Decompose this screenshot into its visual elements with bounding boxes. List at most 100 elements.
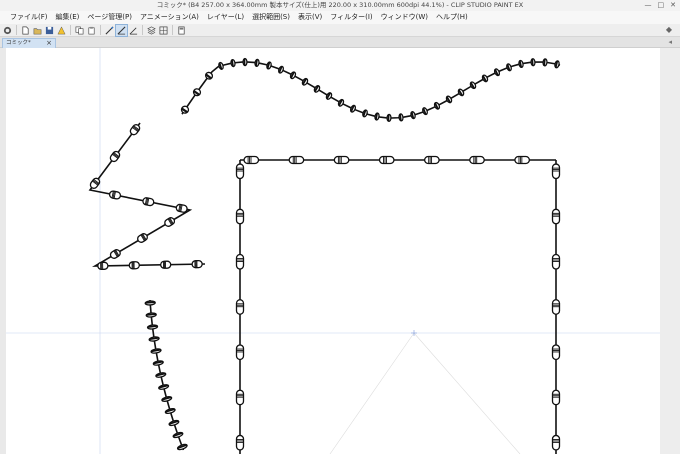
diagonal-guide-right xyxy=(413,332,521,454)
curve-chain-link xyxy=(144,300,156,306)
chain-strokes xyxy=(88,57,561,454)
wave-chain-link xyxy=(266,61,272,70)
wave-chain-link xyxy=(542,58,548,67)
wave-chain-link xyxy=(349,104,357,113)
menu-animation[interactable]: アニメーション(A) xyxy=(136,11,203,24)
frame-chain-left-link xyxy=(235,163,245,180)
frame-chain-left-link xyxy=(235,299,245,315)
frame-chain-right-link xyxy=(551,163,561,180)
close-button[interactable]: ✕ xyxy=(670,0,676,11)
curve-chain-link xyxy=(155,372,167,378)
toolbar-end-icon[interactable]: ◆ xyxy=(666,25,672,34)
menu-bar: ファイル(F) 編集(E) ページ管理(P) アニメーション(A) レイヤー(L… xyxy=(0,11,680,24)
menu-page-management[interactable]: ページ管理(P) xyxy=(83,11,136,24)
menu-help[interactable]: ヘルプ(H) xyxy=(432,11,472,24)
menu-edit[interactable]: 編集(E) xyxy=(52,11,84,24)
curve-chain-link xyxy=(145,312,157,318)
app-icon[interactable] xyxy=(2,25,13,36)
wave-chain-link xyxy=(386,113,392,123)
maximize-button[interactable]: □ xyxy=(658,0,665,11)
command-bar: ◆ xyxy=(0,23,680,37)
zigzag-chain-link xyxy=(142,197,155,207)
zigzag-chain-link xyxy=(160,260,172,269)
zigzag-chain-link xyxy=(164,217,176,227)
window-controls: — □ ✕ xyxy=(645,0,677,11)
tab-close-icon[interactable]: × xyxy=(46,39,52,48)
frame-chain-top-link xyxy=(469,155,485,165)
toolbar-divider xyxy=(142,25,143,35)
open-icon[interactable] xyxy=(32,25,43,36)
new-icon[interactable] xyxy=(20,25,31,36)
menu-view[interactable]: 表示(V) xyxy=(294,11,326,24)
wave-chain-link xyxy=(278,65,284,74)
paste-icon[interactable] xyxy=(86,25,97,36)
zigzag-chain-link xyxy=(191,259,203,269)
wave-chain-link xyxy=(469,81,477,90)
zigzag-chain-link xyxy=(97,261,109,271)
wave-chain-link xyxy=(506,63,512,72)
frame-chain-left-link xyxy=(235,344,245,361)
wave-chain-link xyxy=(445,95,453,104)
document-tab-bar: コミック* × ◂ xyxy=(0,37,680,48)
page-icon[interactable] xyxy=(176,25,187,36)
frame-chain-top-link xyxy=(514,155,531,165)
frame-icon[interactable] xyxy=(158,25,169,36)
wave-chain-link xyxy=(457,88,465,97)
ruler-icon[interactable] xyxy=(104,25,115,36)
wave-chain-link xyxy=(301,77,309,86)
zigzag-chain-link xyxy=(137,233,148,243)
wave-chain-link xyxy=(325,92,333,100)
warning-icon[interactable] xyxy=(56,25,67,36)
wave-chain-link xyxy=(313,85,321,93)
layer-icon[interactable] xyxy=(146,25,157,36)
menu-layer[interactable]: レイヤー(L) xyxy=(203,11,248,24)
menu-selection[interactable]: 選択範囲(S) xyxy=(248,11,294,24)
frame-chain-left-link xyxy=(235,434,245,451)
save-icon[interactable] xyxy=(44,25,55,36)
frame-chain-left-link xyxy=(235,253,245,270)
zigzag-chain-link xyxy=(128,261,140,270)
wave-chain-link xyxy=(254,58,260,67)
snap-ruler-icon[interactable] xyxy=(115,23,128,37)
zigzag-chain-link xyxy=(109,249,121,259)
menu-filter[interactable]: フィルター(I) xyxy=(326,11,376,24)
wave-chain-link xyxy=(374,112,380,121)
zigzag-chain-link xyxy=(108,190,122,200)
toolbar-divider xyxy=(70,25,71,35)
zigzag-chain-link xyxy=(175,203,188,213)
frame-chain-right-link xyxy=(551,253,561,270)
wave-chain-link xyxy=(192,88,202,97)
toolbar-divider xyxy=(16,25,17,35)
frame-chain-right-link xyxy=(551,299,561,315)
frame-chain-top-link xyxy=(288,155,305,165)
copy-icon[interactable] xyxy=(74,25,85,36)
menu-file[interactable]: ファイル(F) xyxy=(6,11,52,24)
frame-chain-right-link xyxy=(551,389,561,406)
minimize-button[interactable]: — xyxy=(645,0,652,11)
wave-chain-link xyxy=(230,58,236,68)
tab-comic-document[interactable]: コミック* × xyxy=(2,38,56,48)
wave-chain-link xyxy=(180,105,190,114)
curve-chain-link xyxy=(158,384,170,390)
curve-chain-link xyxy=(161,396,173,402)
wave-chain-link xyxy=(518,59,524,69)
window-title: コミック* (B4 257.00 x 364.00mm 製本サイズ(仕上)用 2… xyxy=(156,1,524,9)
frame-chain-right-link xyxy=(551,434,561,451)
curve-chain-link xyxy=(146,324,159,330)
wave-chain-link xyxy=(362,109,368,118)
canvas-area[interactable] xyxy=(0,48,680,454)
snap-grid-icon[interactable] xyxy=(128,25,139,36)
menu-window[interactable]: ウィンドウ(W) xyxy=(377,11,432,24)
frame-chain-top-link xyxy=(423,155,440,165)
curve-chain-link xyxy=(150,348,162,354)
panel-collapse-icon[interactable]: ◂ xyxy=(668,38,672,46)
wave-chain-link xyxy=(289,71,297,80)
frame-chain-top-link xyxy=(378,155,395,165)
wave-chain-link xyxy=(493,68,501,77)
frame-chain-left-link xyxy=(235,208,245,225)
wave-chain-link xyxy=(410,111,416,120)
wave-chain-link xyxy=(337,98,345,107)
wave-chain-link xyxy=(530,58,536,67)
diagonal-guide-left xyxy=(329,332,415,454)
wave-chain-link xyxy=(481,74,489,83)
